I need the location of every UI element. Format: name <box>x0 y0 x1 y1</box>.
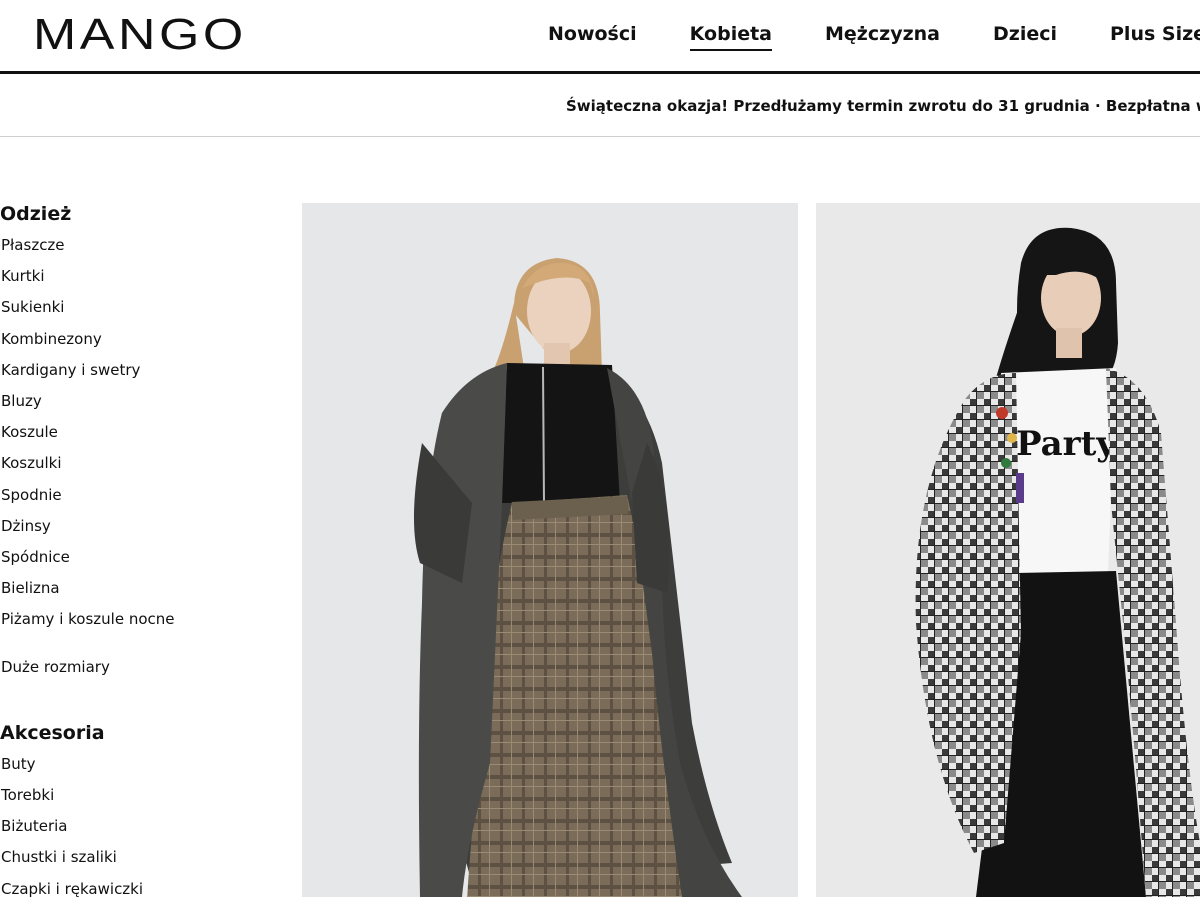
category-item-buty[interactable]: Buty <box>0 749 290 780</box>
party-text: Party <box>1016 424 1117 464</box>
section-title-accessories: Akcesoria <box>0 721 105 744</box>
nav-item-plus-size[interactable]: Plus Size <box>1110 22 1200 51</box>
category-item-sukienki[interactable]: Sukienki <box>0 292 290 323</box>
clothing-category-list: Płaszcze Kurtki Sukienki Kombinezony Kar… <box>0 230 290 683</box>
category-item-kurtki[interactable]: Kurtki <box>0 261 290 292</box>
category-item-chustki[interactable]: Chustki i szaliki <box>0 842 290 873</box>
main-nav: Nowości Kobieta Mężczyzna Dzieci Plus Si… <box>548 22 1200 51</box>
category-item-bielizna[interactable]: Bielizna <box>0 573 290 604</box>
site-header: MANGO Nowości Kobieta Mężczyzna Dzieci P… <box>0 0 1200 74</box>
category-item-bizuteria[interactable]: Biżuteria <box>0 811 290 842</box>
accessories-category-list: Buty Torebki Biżuteria Chustki i szaliki… <box>0 749 290 899</box>
category-item-bluzy[interactable]: Bluzy <box>0 386 290 417</box>
category-item-czapki[interactable]: Czapki i rękawiczki <box>0 874 290 899</box>
category-item-koszulki[interactable]: Koszulki <box>0 448 290 479</box>
product-photo-check-coat: Party <box>816 203 1200 897</box>
category-item-koszule[interactable]: Koszule <box>0 417 290 448</box>
product-photo-grey-coat <box>302 203 798 897</box>
nav-item-nowosci[interactable]: Nowości <box>548 22 637 51</box>
product-card-grey-coat[interactable] <box>302 203 798 897</box>
promo-banner[interactable]: Świąteczna okazja! Przedłużamy termin zw… <box>0 77 1200 137</box>
category-item-kombinezony[interactable]: Kombinezony <box>0 324 290 355</box>
category-item-spodnice[interactable]: Spódnice <box>0 542 290 573</box>
category-sidebar: Odzież Płaszcze Kurtki Sukienki Kombinez… <box>0 200 290 899</box>
category-item-kardigany[interactable]: Kardigany i swetry <box>0 355 290 386</box>
section-title-clothing: Odzież <box>0 203 72 225</box>
category-item-pizamy[interactable]: Piżamy i koszule nocne <box>0 604 290 635</box>
promo-text: Świąteczna okazja! Przedłużamy termin zw… <box>566 97 1200 115</box>
category-item-plaszcze[interactable]: Płaszcze <box>0 230 290 261</box>
mango-logo[interactable]: MANGO <box>33 13 247 57</box>
category-item-duze-rozmiary[interactable]: Duże rozmiary <box>0 652 290 683</box>
nav-item-kobieta[interactable]: Kobieta <box>689 22 773 51</box>
list-spacer <box>0 636 290 652</box>
nav-item-mezczyzna[interactable]: Mężczyzna <box>825 22 940 51</box>
product-card-check-coat[interactable]: Party <box>816 203 1200 897</box>
category-item-spodnie[interactable]: Spodnie <box>0 480 290 511</box>
category-item-torebki[interactable]: Torebki <box>0 780 290 811</box>
nav-item-dzieci[interactable]: Dzieci <box>993 22 1057 51</box>
category-item-dzinsy[interactable]: Dżinsy <box>0 511 290 542</box>
